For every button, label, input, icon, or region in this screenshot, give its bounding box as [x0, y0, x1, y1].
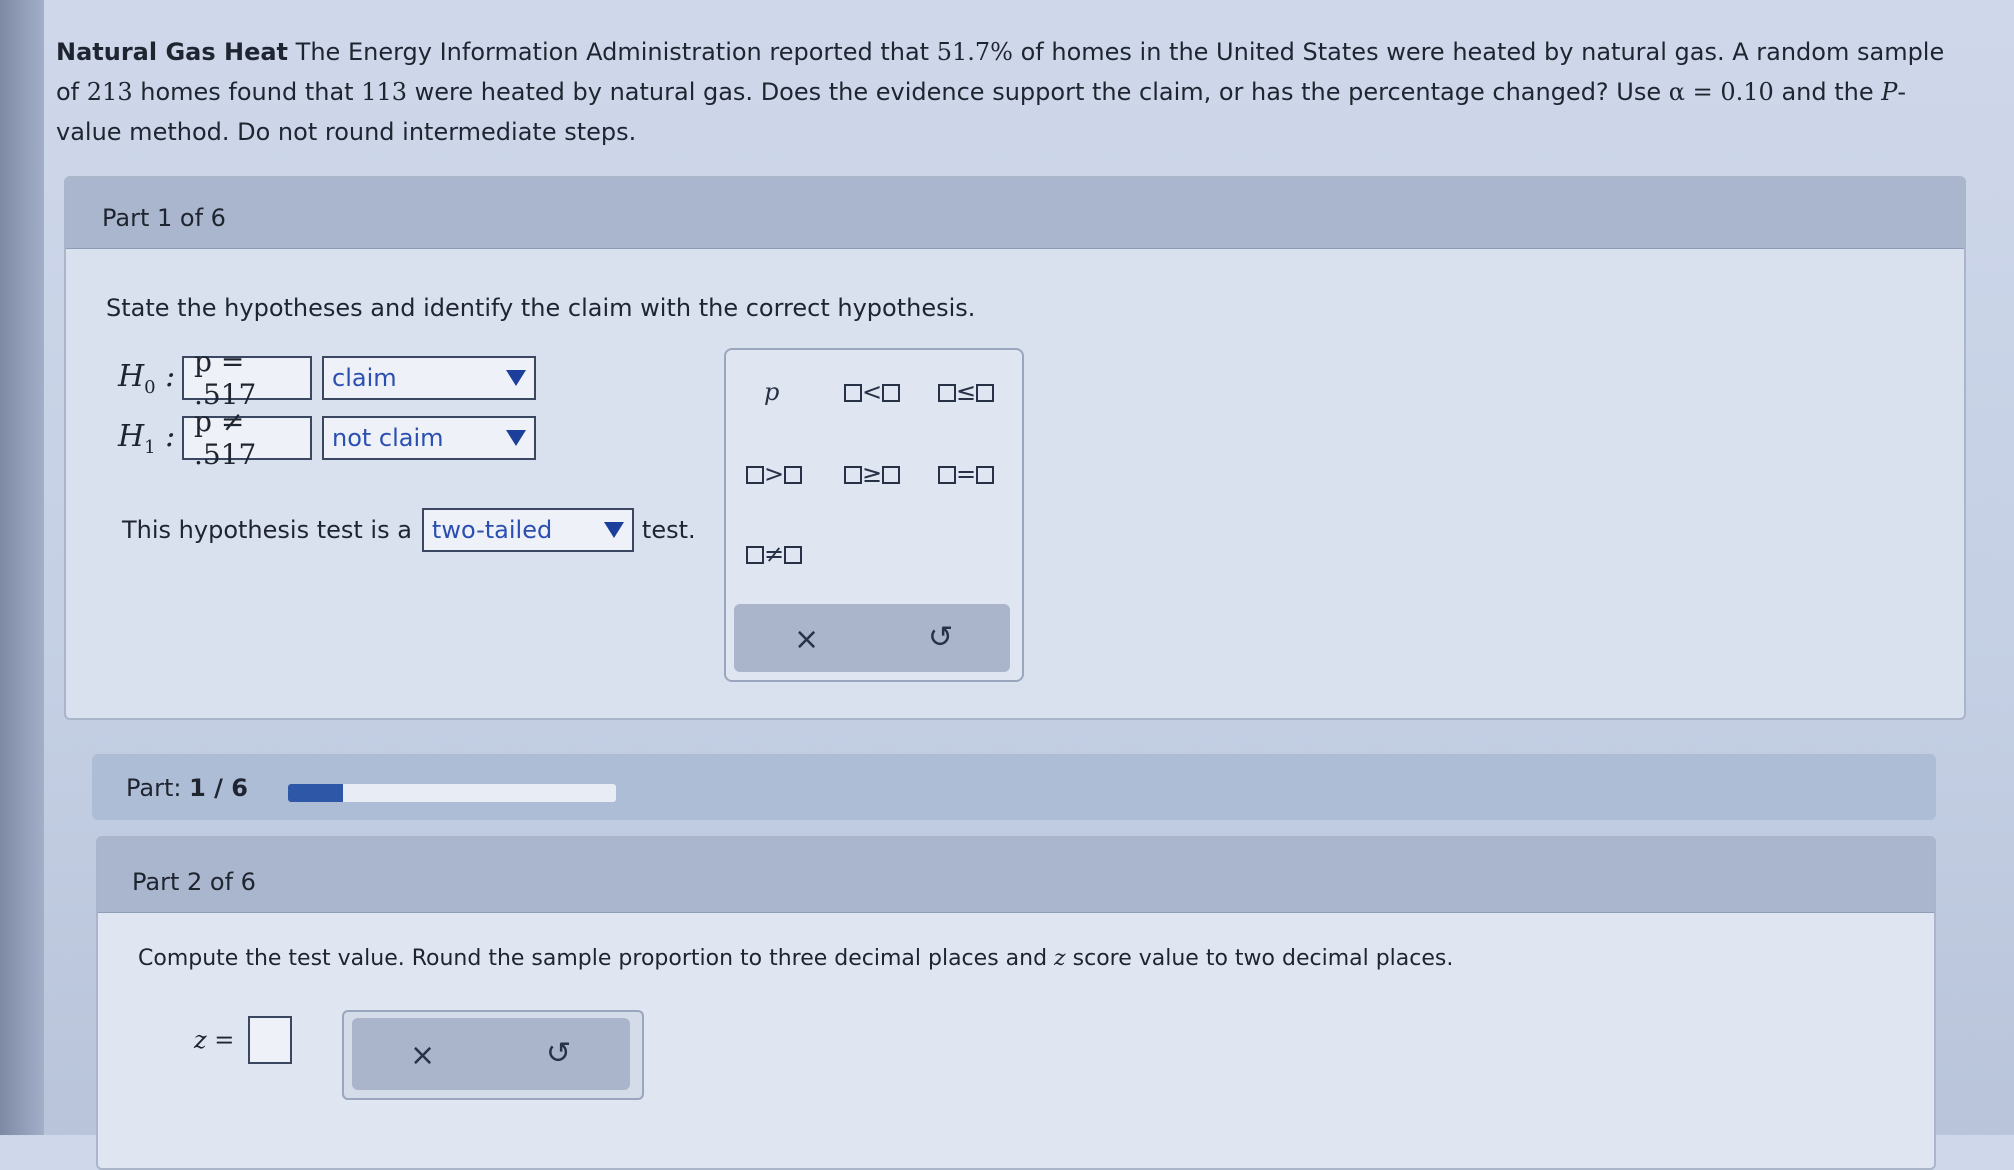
palette-greater-equal-button[interactable]: ≥	[844, 460, 901, 488]
palette-less-equal-button[interactable]: ≤	[938, 378, 995, 406]
problem-text: and the	[1781, 78, 1874, 106]
palette-less-than-button[interactable]: <	[844, 378, 901, 406]
test-type-line: This hypothesis test is a two-tailed tes…	[122, 508, 696, 552]
h0-label: H0 :	[118, 358, 176, 398]
dropdown-arrow-icon	[506, 370, 526, 386]
problem-text: homes found that	[140, 78, 354, 106]
palette-equal-button[interactable]: =	[938, 460, 995, 488]
alt-hypothesis-row: H1 : p ≠ .517 not claim	[118, 405, 536, 471]
z-action-panel: × ↺	[342, 1010, 644, 1100]
h1-label: H1 :	[118, 418, 176, 458]
h0-claim-select[interactable]: claim	[322, 356, 536, 400]
null-hypothesis-row: H0 : p = .517 claim	[118, 345, 536, 411]
progress-track	[288, 784, 616, 802]
h1-claim-select[interactable]: not claim	[322, 416, 536, 460]
percentage-value: 51.7%	[936, 38, 1013, 66]
test-type-select[interactable]: two-tailed	[421, 508, 634, 552]
palette-p-button[interactable]: p	[764, 378, 779, 406]
part-1-instruction: State the hypotheses and identify the cl…	[106, 294, 976, 322]
h0-expression-input[interactable]: p = .517	[182, 345, 312, 411]
test-type-suffix: test.	[641, 516, 696, 544]
problem-text: The Energy Information Administration re…	[295, 38, 930, 66]
palette-greater-than-button[interactable]: >	[746, 460, 803, 488]
palette-action-bar: × ↺	[734, 604, 1010, 672]
progress-bar-section: Part: 1 / 6	[92, 754, 1936, 820]
part-1-title: Part 1 of 6	[102, 204, 226, 232]
problem-text: were heated by natural gas. Does the evi…	[414, 78, 1662, 106]
p-symbol: P	[1881, 78, 1898, 106]
undo-icon[interactable]: ↺	[546, 1036, 571, 1071]
part-1-header: Part 1 of 6	[66, 178, 1964, 249]
z-value-line: z =	[194, 1016, 293, 1064]
undo-icon[interactable]: ↺	[928, 620, 953, 655]
dropdown-arrow-icon	[506, 430, 526, 446]
palette-not-equal-button[interactable]: ≠	[746, 540, 803, 568]
h1-claim-select-value: not claim	[332, 424, 444, 452]
test-type-select-value: two-tailed	[431, 516, 553, 544]
symbol-palette: p < ≤ > ≥ = ≠ × ↺	[724, 348, 1024, 682]
progress-fill	[288, 784, 343, 802]
clear-icon[interactable]: ×	[794, 622, 819, 657]
z-label: z =	[194, 1026, 235, 1054]
test-type-prefix: This hypothesis test is a	[122, 516, 412, 544]
z-value-input[interactable]	[248, 1016, 293, 1064]
part-2-panel: Part 2 of 6 Compute the test value. Roun…	[96, 836, 1936, 1170]
progress-label: Part: 1 / 6	[126, 774, 248, 802]
part-2-header: Part 2 of 6	[98, 838, 1934, 913]
part-2-instruction: Compute the test value. Round the sample…	[138, 946, 1454, 971]
window-edge	[0, 0, 44, 1135]
h0-claim-select-value: claim	[332, 364, 397, 392]
sample-count: 113	[361, 78, 408, 106]
dropdown-arrow-icon	[603, 522, 624, 538]
part-1-panel: Part 1 of 6 State the hypotheses and ide…	[64, 176, 1966, 720]
problem-title: Natural Gas Heat	[56, 38, 289, 66]
alpha-value: α = 0.10	[1668, 78, 1774, 106]
problem-statement: Natural Gas Heat The Energy Information …	[56, 32, 1956, 152]
clear-icon[interactable]: ×	[410, 1038, 435, 1073]
h1-expression-input[interactable]: p ≠ .517	[182, 405, 312, 471]
part-2-title: Part 2 of 6	[132, 868, 256, 896]
sample-size: 213	[86, 78, 133, 106]
